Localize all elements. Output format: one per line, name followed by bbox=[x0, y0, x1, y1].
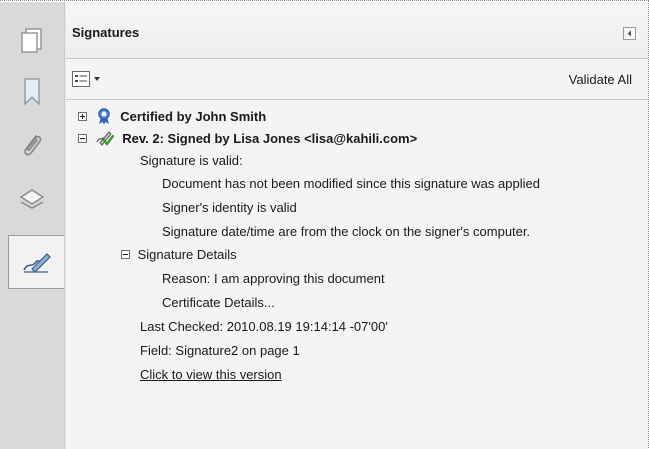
signature-reason: Reason: I am approving this document bbox=[162, 271, 385, 286]
panel-toolbar: Validate All bbox=[66, 59, 648, 100]
signatures-tree: Certified by John Smith Rev. 2: Signed b… bbox=[66, 100, 648, 449]
tree-item-certified[interactable]: Certified by John Smith bbox=[78, 107, 266, 127]
collapse-toggle-icon[interactable] bbox=[78, 134, 87, 144]
signatures-rail-button[interactable] bbox=[8, 235, 64, 289]
navigation-rail bbox=[0, 2, 65, 449]
status-detail-modified: Document has not been modified since thi… bbox=[162, 176, 540, 191]
layers-icon bbox=[19, 189, 45, 209]
pages-rail-button[interactable] bbox=[10, 20, 54, 60]
attachments-rail-button[interactable] bbox=[10, 126, 54, 166]
collapse-panel-button[interactable] bbox=[623, 27, 636, 40]
signature-pen-icon bbox=[22, 253, 51, 273]
status-detail-identity: Signer's identity is valid bbox=[162, 200, 297, 215]
expand-toggle-icon[interactable] bbox=[78, 112, 87, 122]
layers-rail-button[interactable] bbox=[10, 180, 54, 220]
signature-status: Signature is valid: bbox=[140, 153, 243, 168]
attachment-icon bbox=[24, 135, 42, 156]
bookmark-icon bbox=[24, 78, 40, 106]
dropdown-arrow-icon bbox=[94, 77, 100, 81]
bookmarks-rail-button[interactable] bbox=[10, 72, 54, 112]
panel-title: Signatures bbox=[72, 25, 140, 40]
options-menu-button[interactable] bbox=[72, 70, 108, 88]
signature-field: Field: Signature2 on page 1 bbox=[140, 343, 300, 358]
options-list-icon bbox=[72, 71, 90, 87]
valid-signature-icon bbox=[96, 131, 114, 146]
signature-details-label: Signature Details bbox=[137, 247, 237, 262]
certificate-details-link[interactable]: Certificate Details... bbox=[162, 293, 275, 313]
panel-header: Signatures bbox=[66, 2, 648, 59]
tree-item-signature-details[interactable]: Signature Details bbox=[121, 245, 237, 265]
tree-item-rev2[interactable]: Rev. 2: Signed by Lisa Jones <lisa@kahil… bbox=[78, 129, 417, 149]
signatures-panel: Signatures Validate All Certified by Joh… bbox=[66, 2, 648, 449]
signatures-window: Signatures Validate All Certified by Joh… bbox=[0, 0, 649, 449]
certified-label: Certified by John Smith bbox=[120, 109, 267, 124]
view-version-link[interactable]: Click to view this version bbox=[140, 365, 282, 385]
collapse-toggle-icon[interactable] bbox=[121, 250, 130, 260]
chevron-left-icon bbox=[627, 30, 631, 37]
status-detail-datetime: Signature date/time are from the clock o… bbox=[162, 224, 531, 239]
certified-ribbon-icon bbox=[97, 108, 110, 125]
pages-icon bbox=[21, 28, 42, 53]
validate-all-button[interactable]: Validate All bbox=[569, 72, 632, 87]
last-checked: Last Checked: 2010.08.19 19:14:14 -07'00… bbox=[140, 319, 388, 334]
rev2-label: Rev. 2: Signed by Lisa Jones <lisa@kahil… bbox=[122, 131, 418, 146]
